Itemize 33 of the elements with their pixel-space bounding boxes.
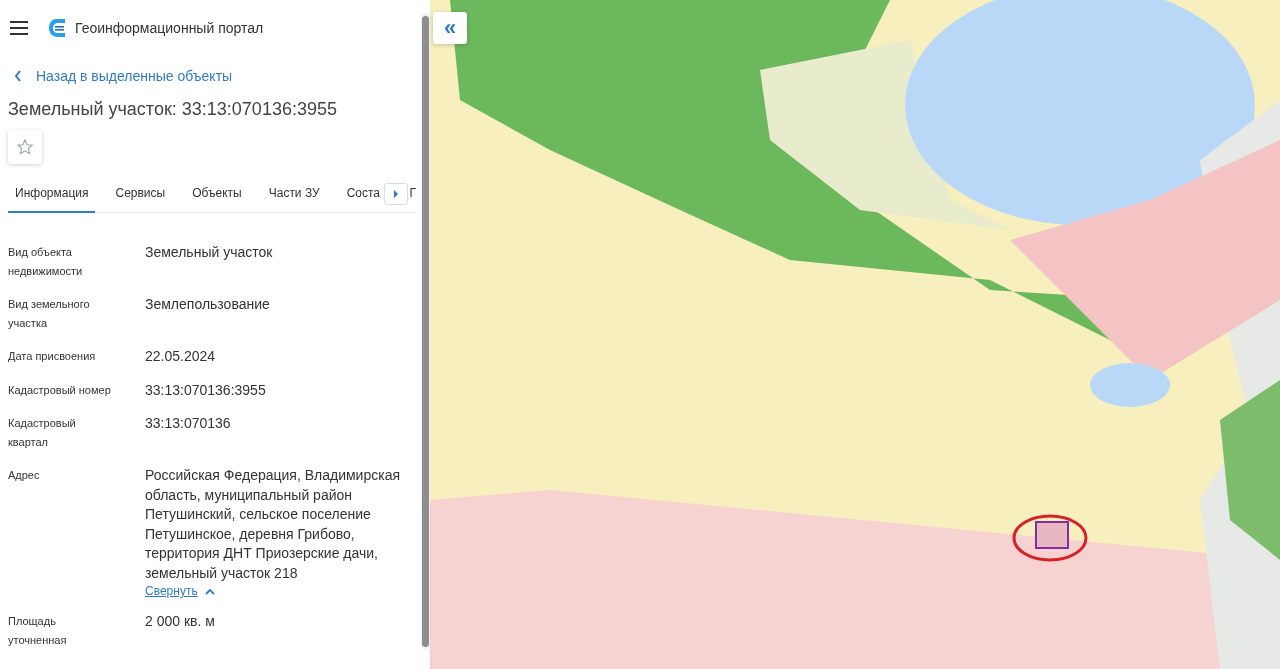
tab[interactable]: Соста <box>339 175 383 213</box>
triangle-icon <box>392 190 399 198</box>
field-value: 33:13:070136 <box>145 414 232 433</box>
tab[interactable]: Сервисы <box>108 175 173 213</box>
field-value: 22.05.2024 <box>145 347 217 366</box>
collapse-panel-button[interactable]: « <box>433 12 467 44</box>
star-icon <box>16 138 34 156</box>
caret-icon <box>204 587 215 595</box>
field-value: Российская Федерация, Владимирская область, муниципальный район Петушинский, сельское поселение Петушинское, деревня Грибово, территория ДНТ Приозерские дачи, земельный участок 218 <box>145 466 401 583</box>
tab[interactable]: Части ЗУ <box>261 175 327 213</box>
back-icon <box>14 70 22 82</box>
field-value: 33:13:070136:3955 <box>145 380 267 400</box>
logo-icon <box>48 18 66 38</box>
back-link[interactable]: Назад в выделенные объекты <box>14 68 233 84</box>
tab[interactable]: Г <box>407 175 416 213</box>
field-label: Площадь уточненная <box>8 614 68 648</box>
app-title: Геоинформационный портал <box>75 20 264 36</box>
tab[interactable]: Объекты <box>185 175 249 213</box>
object-title: Земельный участок: 33:13:070136:3955 <box>8 99 338 120</box>
collapse-link[interactable]: Свернуть <box>145 584 215 598</box>
field-label: Кадастровый квартал <box>8 416 77 450</box>
tab[interactable]: Информация <box>8 175 96 213</box>
field-label: Вид объекта недвижимости <box>8 245 84 279</box>
scroll-right-button[interactable] <box>384 183 408 205</box>
field-label: Адрес <box>8 468 41 483</box>
field-value: Земельный участок <box>145 243 274 262</box>
field-label: Дата присвоения <box>8 349 97 364</box>
field-value: 2 000 кв. м <box>145 612 216 631</box>
field-label: Вид земельного участка <box>8 297 91 331</box>
field-label: Кадастровый номер <box>8 382 112 398</box>
menu-icon[interactable] <box>10 21 28 35</box>
field-value: Землепользование <box>145 295 271 314</box>
scrollbar[interactable] <box>421 14 430 649</box>
